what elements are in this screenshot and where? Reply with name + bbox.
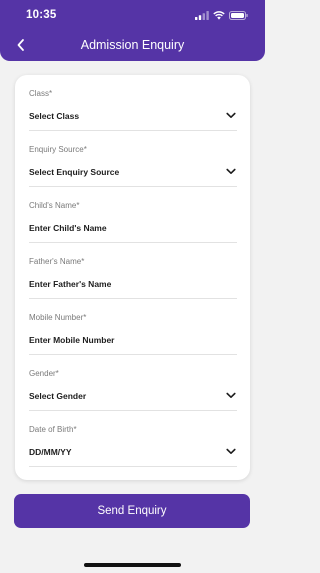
nav-bar: Admission Enquiry xyxy=(0,36,265,54)
enquiry-source-select[interactable]: Enquiry Source* Select Enquiry Source xyxy=(29,131,237,187)
signal-icon xyxy=(195,11,209,20)
gender-label: Gender* xyxy=(29,369,59,378)
class-value: Select Class xyxy=(29,111,80,121)
status-bar: 10:35 xyxy=(0,8,265,24)
wifi-icon xyxy=(213,11,225,20)
child-name-field[interactable]: Child's Name* Enter Child's Name xyxy=(29,187,237,243)
chevron-down-icon xyxy=(226,168,236,174)
status-icons xyxy=(195,11,248,20)
child-name-label: Child's Name* xyxy=(29,201,80,210)
date-of-birth-value: DD/MM/YY xyxy=(29,447,72,457)
status-time: 10:35 xyxy=(26,9,57,21)
chevron-down-icon xyxy=(226,392,236,398)
father-name-field[interactable]: Father's Name* Enter Father's Name xyxy=(29,243,237,299)
class-label: Class* xyxy=(29,89,53,98)
chevron-down-icon xyxy=(226,112,236,118)
father-name-label: Father's Name* xyxy=(29,257,85,266)
battery-icon xyxy=(229,11,248,20)
enquiry-form-card: Class* Select Class Enquiry Source* Sele… xyxy=(15,75,250,480)
home-indicator xyxy=(84,563,181,567)
send-enquiry-button[interactable]: Send Enquiry xyxy=(14,494,250,528)
mobile-number-label: Mobile Number* xyxy=(29,313,87,322)
enquiry-source-label: Enquiry Source* xyxy=(29,145,87,154)
mobile-number-field[interactable]: Mobile Number* Enter Mobile Number xyxy=(29,299,237,355)
gender-value: Select Gender xyxy=(29,391,87,401)
enquiry-source-value: Select Enquiry Source xyxy=(29,167,120,177)
mobile-number-placeholder: Enter Mobile Number xyxy=(29,335,115,345)
child-name-placeholder: Enter Child's Name xyxy=(29,223,107,233)
father-name-placeholder: Enter Father's Name xyxy=(29,279,112,289)
date-of-birth-select[interactable]: Date of Birth* DD/MM/YY xyxy=(29,411,237,467)
class-select[interactable]: Class* Select Class xyxy=(29,75,237,131)
chevron-down-icon xyxy=(226,448,236,454)
app-header: 10:35 Admission Enquiry xyxy=(0,0,265,61)
date-of-birth-label: Date of Birth* xyxy=(29,425,77,434)
gender-select[interactable]: Gender* Select Gender xyxy=(29,355,237,411)
page-title: Admission Enquiry xyxy=(80,38,185,52)
